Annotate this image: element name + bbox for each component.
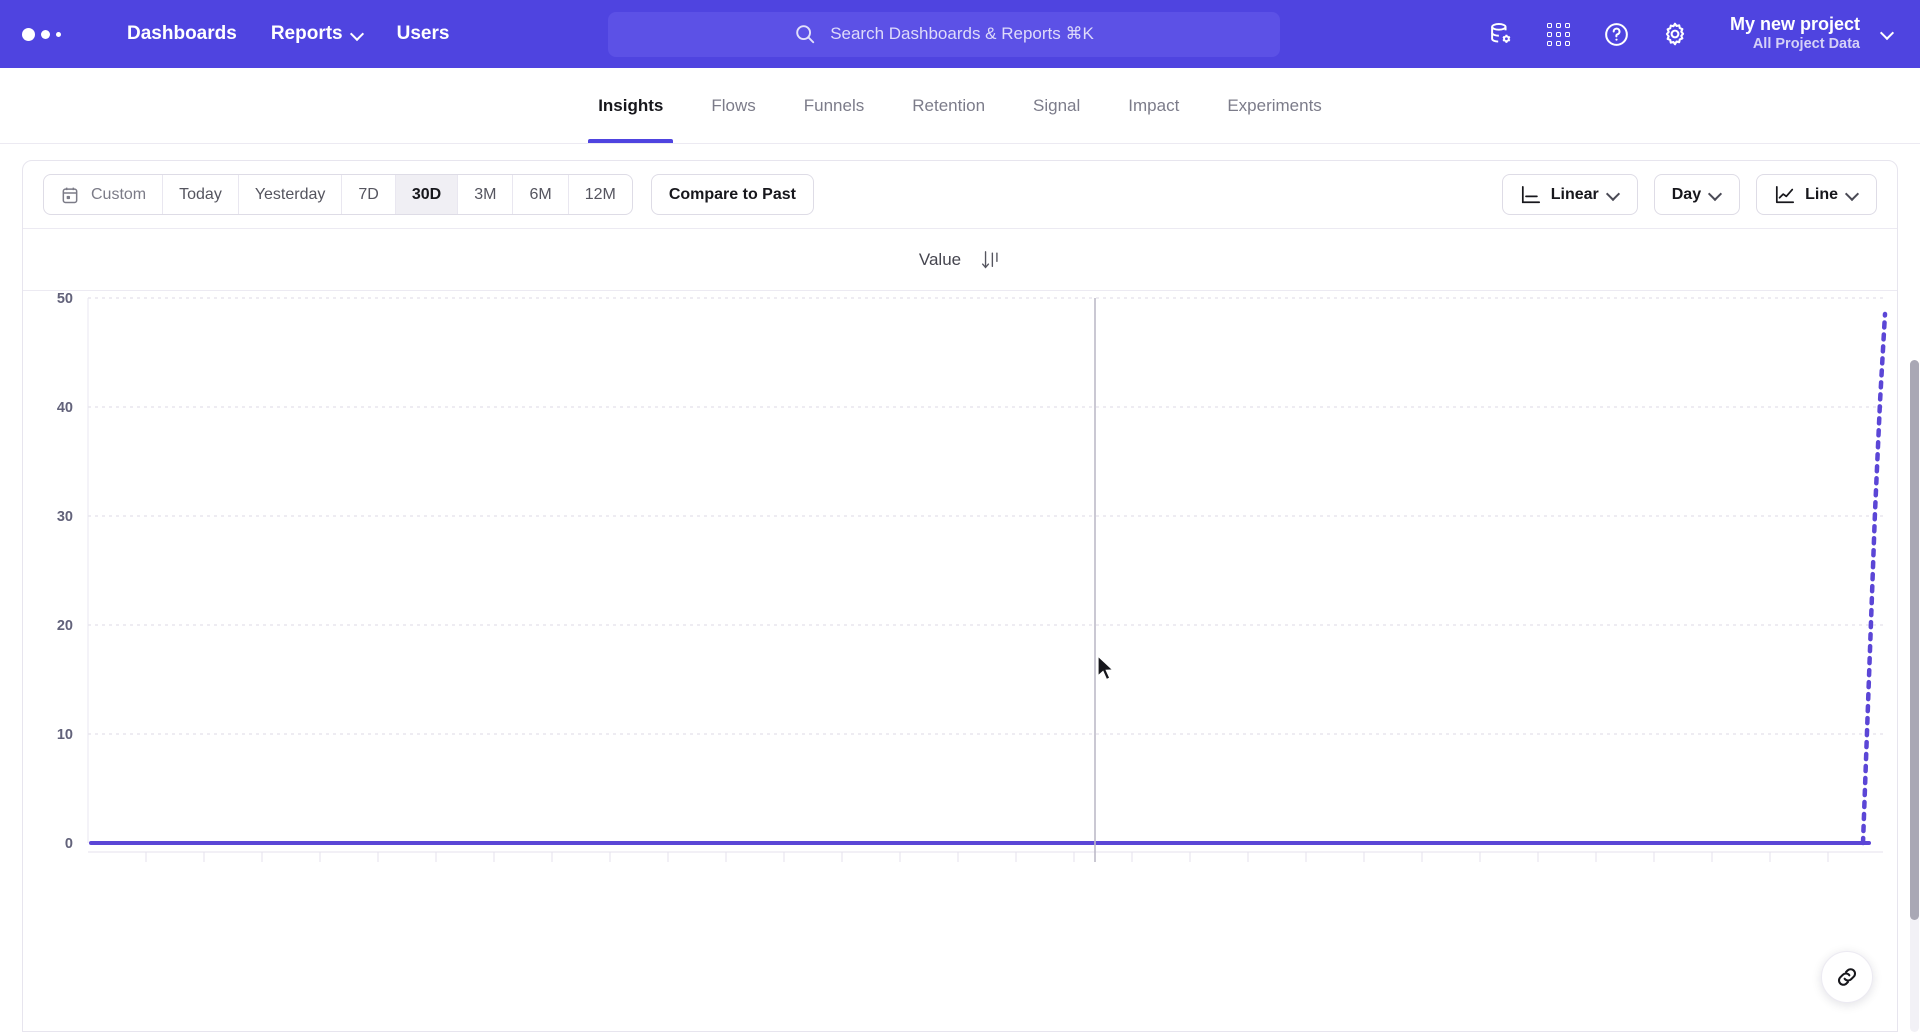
y-axis-tick-labels: 50 40 30 20 10 0 [57,292,73,852]
svg-text:10: 10 [57,727,73,743]
date-range-label: 6M [529,185,552,203]
tab-label: Experiments [1227,95,1322,115]
svg-text:50: 50 [57,292,73,307]
chart-type-selector[interactable]: Line [1756,174,1877,215]
date-range-segmented-control: Custom Today Yesterday 7D 30D 3M 6M 12M [43,174,633,215]
tab-label: Signal [1033,95,1081,115]
interval-selector[interactable]: Day [1653,174,1741,215]
help-circle-icon[interactable] [1600,17,1634,51]
primary-nav-links: Dashboards Reports Users [113,15,463,53]
link-chain-icon [1837,968,1857,986]
linear-scale-icon [1521,185,1540,203]
apps-grid-glyph [1547,22,1571,46]
report-card: Custom Today Yesterday 7D 30D 3M 6M 12M … [22,160,1898,1032]
search-placeholder: Search Dashboards & Reports ⌘K [830,24,1094,43]
tab-retention[interactable]: Retention [888,68,1009,143]
logo-dot-medium [41,29,50,39]
nav-link-label: Dashboards [127,23,237,44]
interval-label: Day [1671,185,1702,203]
tab-label: Funnels [803,95,865,115]
date-range-today[interactable]: Today [163,175,239,214]
top-navigation-bar: Dashboards Reports Users Search Dashboar… [0,0,1920,68]
nav-link-dashboards[interactable]: Dashboards [113,15,251,53]
tab-experiments[interactable]: Experiments [1203,68,1345,143]
value-column-header: Value [23,229,1897,291]
chevron-down-icon [1710,189,1722,200]
date-range-yesterday[interactable]: Yesterday [239,175,343,214]
x-axis-ticks [145,852,1829,862]
global-search-input[interactable]: Search Dashboards & Reports ⌘K [608,11,1280,57]
nav-link-users[interactable]: Users [383,15,464,53]
svg-text:20: 20 [57,618,73,634]
tab-insights[interactable]: Insights [574,68,687,143]
calendar-icon [62,187,78,203]
chart-gridlines [88,297,1883,735]
date-range-label: 3M [474,185,497,203]
date-range-custom[interactable]: Custom [44,175,164,214]
sort-descending-icon[interactable] [981,249,1001,271]
date-range-3m[interactable]: 3M [458,175,514,214]
project-selector[interactable]: My new project All Project Data [1716,9,1902,59]
line-chart[interactable]: 50 40 30 20 10 0 [23,292,1897,1031]
series-line-dotted [1860,311,1888,846]
tab-flows[interactable]: Flows [687,68,779,143]
search-icon [796,25,815,44]
date-range-label: 30D [411,185,442,203]
scale-label: Linear [1550,185,1599,203]
date-range-label: Custom [91,185,147,203]
chevron-down-icon [1847,189,1859,200]
date-range-7d[interactable]: 7D [342,175,396,214]
chart-canvas: 50 40 30 20 10 0 [57,292,1888,862]
gear-icon[interactable] [1658,17,1692,51]
scale-selector[interactable]: Linear [1501,174,1638,215]
chevron-down-icon [1882,28,1896,41]
page-scrollbar-thumb[interactable] [1910,360,1919,920]
apps-grid-icon[interactable] [1542,17,1576,51]
logo-dot-small [56,31,61,37]
nav-link-label: Users [396,23,450,44]
tab-funnels[interactable]: Funnels [780,68,888,143]
date-range-12m[interactable]: 12M [569,175,632,214]
svg-text:40: 40 [57,400,73,416]
date-range-label: 12M [584,185,616,203]
nav-link-reports[interactable]: Reports [257,15,377,53]
report-tabs: Insights Flows Funnels Retention Signal … [0,68,1920,144]
tab-label: Insights [598,95,664,115]
date-range-30d[interactable]: 30D [395,175,459,214]
date-range-6m[interactable]: 6M [513,175,569,214]
tab-label: Impact [1128,95,1180,115]
svg-text:0: 0 [65,836,73,852]
chart-type-label: Line [1805,185,1838,203]
nav-right-actions: My new project All Project Data [1484,9,1902,59]
project-title: My new project [1729,13,1860,34]
compare-to-past-label: Compare to Past [668,185,796,203]
date-range-label: Today [179,185,222,203]
date-range-label: 7D [358,185,379,203]
mixpanel-logo[interactable] [22,27,61,41]
date-range-label: Yesterday [254,185,326,203]
data-settings-icon[interactable] [1484,17,1518,51]
share-link-button[interactable] [1821,951,1873,1003]
tab-impact[interactable]: Impact [1104,68,1203,143]
chevron-down-icon [352,29,363,40]
nav-link-label: Reports [270,23,343,44]
logo-dot-large [22,27,35,41]
tab-label: Flows [711,95,756,115]
chart-toolbar: Custom Today Yesterday 7D 30D 3M 6M 12M … [23,161,1897,229]
chart-options: Linear Day Line [1501,174,1877,215]
value-header-label: Value [918,249,962,269]
tab-label: Retention [912,95,986,115]
svg-text:30: 30 [57,509,73,525]
tab-signal[interactable]: Signal [1009,68,1104,143]
compare-to-past-button[interactable]: Compare to Past [650,174,814,215]
line-chart-icon [1776,185,1795,203]
project-subtitle: All Project Data [1752,36,1860,53]
chevron-down-icon [1608,189,1620,200]
